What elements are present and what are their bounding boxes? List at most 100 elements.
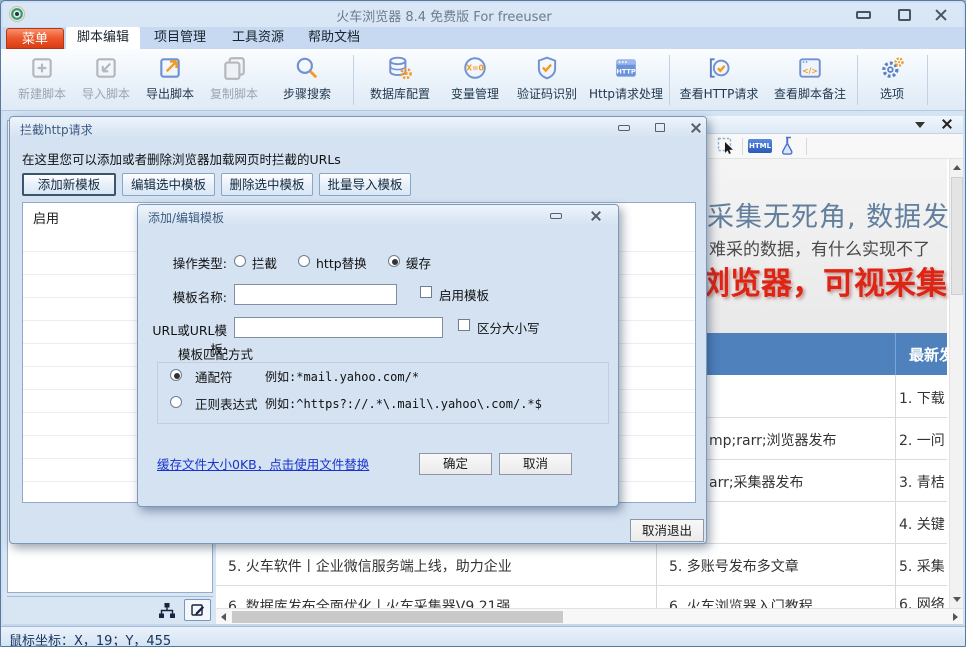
news-link[interactable]: 5. 采集 bbox=[899, 556, 945, 576]
enable-template-checkbox[interactable] bbox=[420, 286, 432, 298]
import-template-button[interactable]: 批量导入模板 bbox=[319, 173, 411, 196]
news-link[interactable]: 3. 青桔 bbox=[899, 472, 945, 492]
news-link[interactable]: 5. 火车软件丨企业微信服务端上线，助力企业 bbox=[228, 556, 512, 576]
html-source-icon[interactable]: HTML bbox=[748, 139, 772, 153]
dialog-title: 添加/编辑模板 bbox=[148, 209, 224, 226]
radio-wildcard-label[interactable]: 通配符 bbox=[195, 367, 233, 386]
cancel-exit-button[interactable]: 取消退出 bbox=[630, 519, 704, 542]
news-link[interactable]: 4. 关键 bbox=[899, 514, 945, 534]
delete-template-button[interactable]: 删除选中模板 bbox=[221, 173, 313, 196]
panel-collapse-button[interactable] bbox=[915, 122, 925, 128]
toolbar-variable-manage[interactable]: X=0 变量管理 bbox=[443, 53, 507, 107]
banner-subline: 难采的数据，有什么实现不了 bbox=[709, 235, 930, 260]
radio-regex-label[interactable]: 正则表达式 bbox=[195, 394, 258, 413]
new-script-icon bbox=[11, 53, 73, 83]
horizontal-scrollbar[interactable] bbox=[216, 608, 963, 624]
window-maximize-button[interactable] bbox=[898, 9, 911, 21]
vertical-scrollbar[interactable] bbox=[949, 159, 963, 608]
view-http-icon bbox=[675, 53, 763, 83]
horizontal-scroll-thumb[interactable] bbox=[232, 611, 563, 623]
radio-http-replace-label[interactable]: http替换 bbox=[316, 253, 367, 272]
radio-regex[interactable] bbox=[170, 396, 182, 408]
tab-help-doc[interactable]: 帮助文档 bbox=[301, 27, 367, 49]
radio-intercept[interactable] bbox=[234, 255, 246, 267]
ribbon-tab-row: 菜单 脚本编辑 项目管理 工具资源 帮助文档 bbox=[1, 27, 966, 49]
panel-close-button[interactable] bbox=[941, 117, 953, 131]
toolbar-copy-script[interactable]: 复制脚本 bbox=[203, 53, 265, 107]
hierarchy-icon[interactable] bbox=[157, 601, 177, 621]
toolbar-database-config[interactable]: 数据库配置 bbox=[361, 53, 439, 107]
radio-cache-label[interactable]: 缓存 bbox=[406, 253, 431, 272]
column-divider bbox=[895, 375, 896, 624]
news-link[interactable]: arr;采集器发布 bbox=[709, 472, 804, 492]
case-sensitive-checkbox[interactable] bbox=[458, 319, 470, 331]
toolbar-new-script[interactable]: 新建脚本 bbox=[11, 53, 73, 107]
radio-http-replace[interactable] bbox=[298, 255, 310, 267]
toolbar-http-process[interactable]: HTTP Http请求处理 bbox=[587, 53, 665, 107]
dialog-close-button[interactable] bbox=[691, 123, 701, 133]
scroll-right-icon[interactable] bbox=[953, 613, 958, 621]
toolbar-separator bbox=[742, 138, 743, 155]
http-process-icon: HTTP bbox=[587, 53, 665, 83]
news-link[interactable]: 1. 下载 bbox=[899, 388, 945, 408]
news-header-latest: 最新发 bbox=[909, 344, 954, 365]
panel-divider bbox=[7, 596, 213, 597]
dialog-title: 拦截http请求 bbox=[20, 121, 93, 138]
scroll-down-icon[interactable] bbox=[953, 597, 961, 602]
edit-template-button[interactable]: 编辑选中模板 bbox=[122, 173, 215, 196]
scroll-up-icon[interactable] bbox=[953, 165, 961, 170]
news-link[interactable]: mp;rarr;浏览器发布 bbox=[709, 430, 837, 450]
maximize-icon bbox=[655, 123, 665, 132]
dialog-title-bar: 添加/编辑模板 bbox=[138, 205, 618, 227]
dialog-description: 在这里您可以添加或者删除浏览器加载网页时拦截的URLs bbox=[22, 149, 341, 168]
dialog-close-button[interactable] bbox=[591, 211, 601, 221]
enable-template-label[interactable]: 启用模板 bbox=[439, 285, 489, 304]
add-template-button[interactable]: 添加新模板 bbox=[22, 173, 116, 196]
toolbar-view-script-notes[interactable]: </> 查看脚本备注 bbox=[767, 53, 853, 107]
dialog-maximize-button[interactable] bbox=[655, 123, 665, 132]
toolbar-separator bbox=[927, 55, 928, 105]
news-link[interactable]: 2. 一问 bbox=[899, 430, 945, 450]
scroll-left-icon[interactable] bbox=[221, 613, 226, 621]
toolbar-captcha-recognize[interactable]: 验证码识别 bbox=[509, 53, 585, 107]
template-name-input[interactable] bbox=[234, 284, 397, 305]
title-bar: 火车浏览器 8.4 免费版 For freeuser bbox=[1, 1, 966, 27]
svg-text:</>: </> bbox=[802, 66, 817, 75]
window-close-button[interactable] bbox=[934, 8, 948, 22]
tab-tool-resource[interactable]: 工具资源 bbox=[225, 27, 291, 49]
menu-button[interactable]: 菜单 bbox=[6, 28, 64, 49]
window-minimize-button[interactable] bbox=[856, 11, 871, 19]
url-template-input[interactable] bbox=[234, 317, 443, 338]
dialog-minimize-button[interactable] bbox=[550, 213, 562, 219]
ok-button[interactable]: 确定 bbox=[419, 453, 492, 475]
cancel-button[interactable]: 取消 bbox=[499, 453, 572, 475]
svg-text:HTTP: HTTP bbox=[616, 67, 635, 75]
cache-file-link[interactable]: 缓存文件大小0KB，点击使用文件替换 bbox=[157, 454, 369, 473]
radio-wildcard[interactable] bbox=[170, 369, 182, 381]
vertical-scroll-thumb[interactable] bbox=[951, 177, 963, 295]
select-element-icon[interactable] bbox=[717, 137, 736, 156]
variable-manage-icon: X=0 bbox=[443, 53, 507, 83]
edit-note-button[interactable] bbox=[184, 599, 211, 621]
toolbar-separator bbox=[806, 138, 807, 155]
minimize-icon bbox=[856, 11, 871, 19]
tab-project-manage[interactable]: 项目管理 bbox=[147, 27, 213, 49]
radio-cache[interactable] bbox=[388, 255, 400, 267]
case-sensitive-label[interactable]: 区分大小写 bbox=[477, 318, 540, 337]
dialog-minimize-button[interactable] bbox=[618, 125, 630, 131]
toolbar-options[interactable]: 选项 bbox=[863, 53, 921, 107]
row-divider bbox=[216, 585, 947, 586]
step-search-icon bbox=[273, 53, 341, 83]
toolbar-view-http-request[interactable]: 查看HTTP请求 bbox=[675, 53, 763, 107]
news-link[interactable]: 5. 多账号发布多文章 bbox=[669, 556, 799, 576]
app-window: 火车浏览器 8.4 免费版 For freeuser 菜单 脚本编辑 项目管理 … bbox=[0, 0, 966, 647]
radio-intercept-label[interactable]: 拦截 bbox=[252, 253, 277, 272]
tab-script-edit[interactable]: 脚本编辑 bbox=[66, 27, 140, 49]
toolbar-import-script[interactable]: 导入脚本 bbox=[75, 53, 137, 107]
toolbar-export-script[interactable]: 导出脚本 bbox=[139, 53, 201, 107]
flask-icon[interactable] bbox=[778, 136, 796, 156]
import-script-icon bbox=[75, 53, 137, 83]
operation-type-label: 操作类型: bbox=[142, 253, 227, 272]
toolbar-separator bbox=[353, 55, 354, 105]
toolbar-step-search[interactable]: 步骤搜索 bbox=[273, 53, 341, 107]
